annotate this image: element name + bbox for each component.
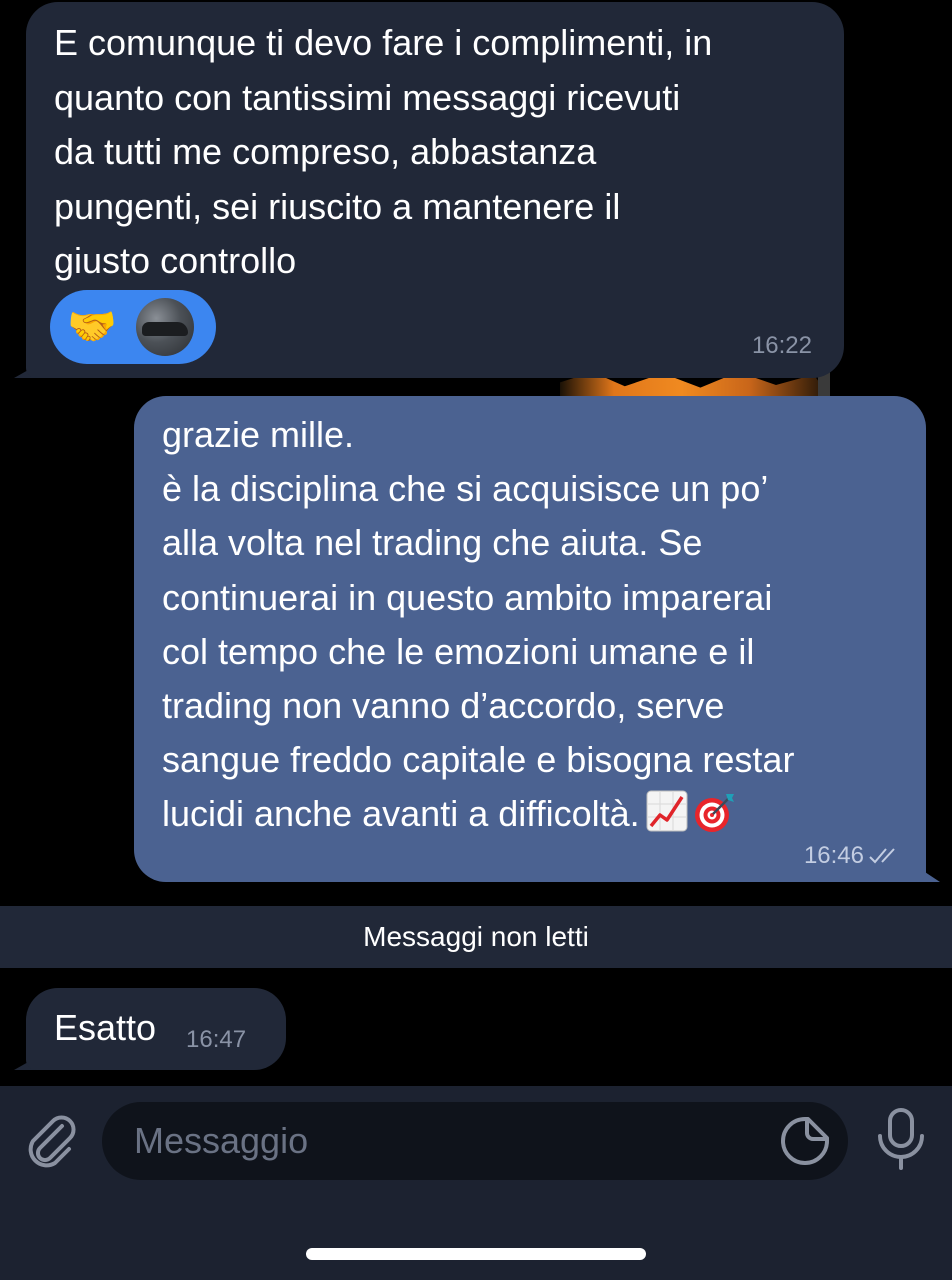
sticker-icon[interactable] <box>778 1114 832 1168</box>
avatar-car-shape <box>142 322 188 336</box>
microphone-icon[interactable] <box>870 1106 932 1172</box>
double-check-icon <box>869 848 895 864</box>
message-placeholder: Messaggio <box>134 1120 309 1161</box>
message-composer: Messaggio <box>0 1086 952 1280</box>
reaction-pill[interactable]: 🤝 <box>50 290 216 364</box>
message-text: Esatto <box>54 1007 157 1048</box>
avatar <box>136 298 194 356</box>
handshake-icon: 🤝 <box>67 305 117 349</box>
message-time: 16:46 <box>803 842 864 869</box>
message-meta: 16:46 <box>804 842 904 870</box>
paperclip-icon[interactable] <box>20 1108 84 1172</box>
incoming-message[interactable]: Esatto 16:47 <box>26 988 286 1070</box>
home-indicator[interactable] <box>306 1248 646 1260</box>
message-body: grazie mille. è la disciplina che si acq… <box>162 414 795 835</box>
unread-messages-divider: Messaggi non letti <box>0 906 952 968</box>
chat-area[interactable]: E comunque ti devo fare i complimenti, i… <box>0 0 952 1086</box>
message-input[interactable]: Messaggio <box>102 1102 848 1180</box>
direct-hit-icon <box>694 794 734 833</box>
incoming-message[interactable]: E comunque ti devo fare i complimenti, i… <box>26 2 844 378</box>
chart-increasing-icon <box>646 790 688 832</box>
message-text: E comunque ti devo fare i complimenti, i… <box>54 22 713 281</box>
message-time: 16:22 <box>751 332 812 359</box>
message-text: grazie mille. è la disciplina che si acq… <box>162 408 912 842</box>
outgoing-message[interactable]: grazie mille. è la disciplina che si acq… <box>134 396 926 882</box>
message-time: 16:47 <box>186 1026 247 1053</box>
